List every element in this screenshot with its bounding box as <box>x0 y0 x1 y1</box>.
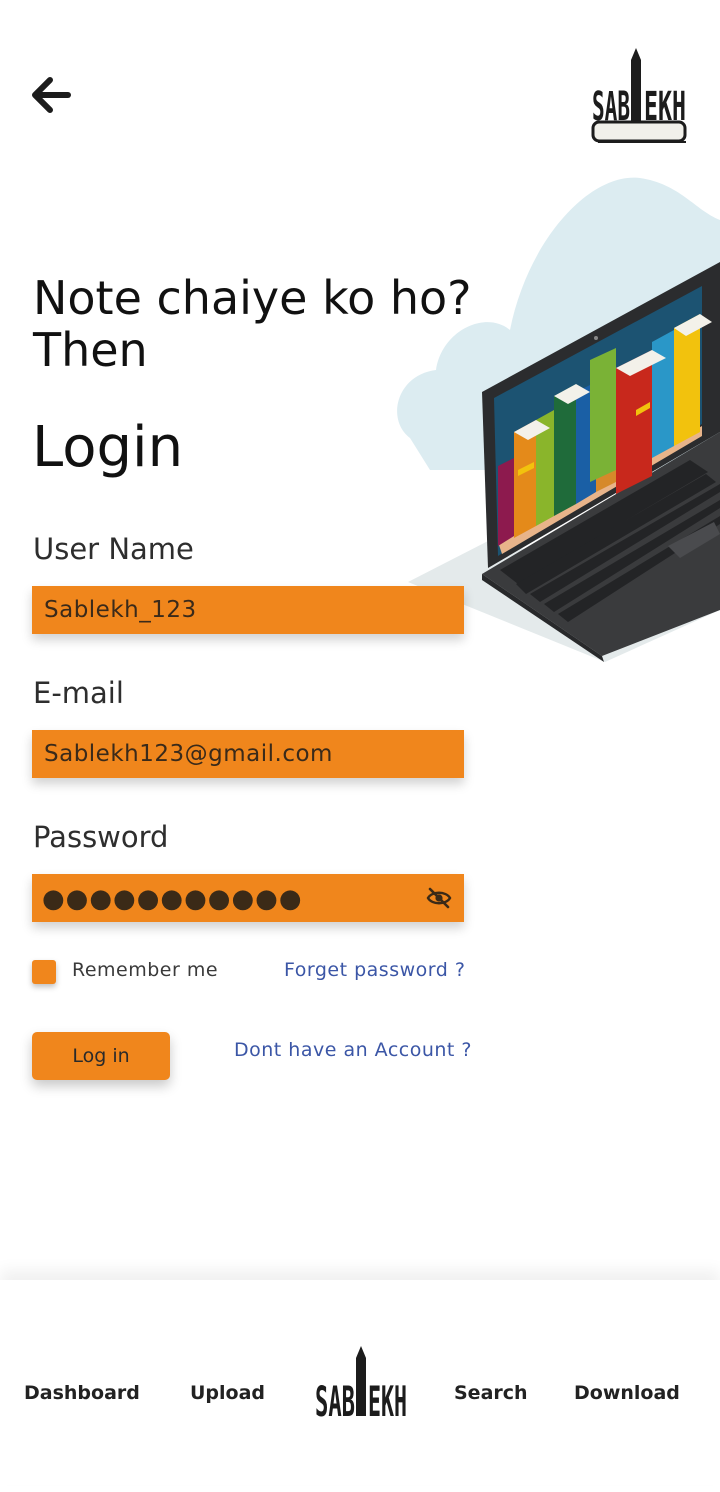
nav-item-dashboard[interactable]: Dashboard <box>24 1382 140 1404</box>
username-input[interactable] <box>32 586 464 634</box>
signup-link[interactable]: Dont have an Account ? <box>234 1039 472 1061</box>
email-input[interactable] <box>32 730 464 778</box>
svg-text:EKH: EKH <box>368 1377 407 1418</box>
sablekh-logo: SAB EKH <box>590 46 688 146</box>
tagline-line-1: Note chaiye ko ho? <box>33 271 472 325</box>
nav-home-logo[interactable]: SAB EKH <box>314 1346 408 1426</box>
login-button[interactable]: Log in <box>32 1032 170 1080</box>
email-label: E-mail <box>33 676 124 710</box>
page-title: Login <box>32 415 184 480</box>
password-label: Password <box>33 820 169 854</box>
bottom-nav: Dashboard Upload SAB EKH Search Download <box>0 1280 720 1485</box>
tagline-line-2: Then <box>33 323 148 377</box>
username-label: User Name <box>33 532 194 566</box>
remember-me-checkbox[interactable] <box>32 960 56 984</box>
remember-me-label: Remember me <box>72 959 219 981</box>
nav-item-upload[interactable]: Upload <box>190 1382 265 1404</box>
forget-password-link[interactable]: Forget password ? <box>284 959 465 981</box>
tagline: Note chaiye ko ho? Then <box>33 272 472 376</box>
nav-item-download[interactable]: Download <box>574 1382 680 1404</box>
svg-text:SAB: SAB <box>315 1377 355 1418</box>
nav-item-search[interactable]: Search <box>454 1382 528 1404</box>
eye-off-icon[interactable] <box>426 886 452 910</box>
password-masked-value: ●●●●●●●●●●● <box>42 884 303 914</box>
arrow-left-icon <box>32 77 71 113</box>
password-input[interactable]: ●●●●●●●●●●● <box>32 874 464 922</box>
back-button[interactable] <box>28 74 74 118</box>
